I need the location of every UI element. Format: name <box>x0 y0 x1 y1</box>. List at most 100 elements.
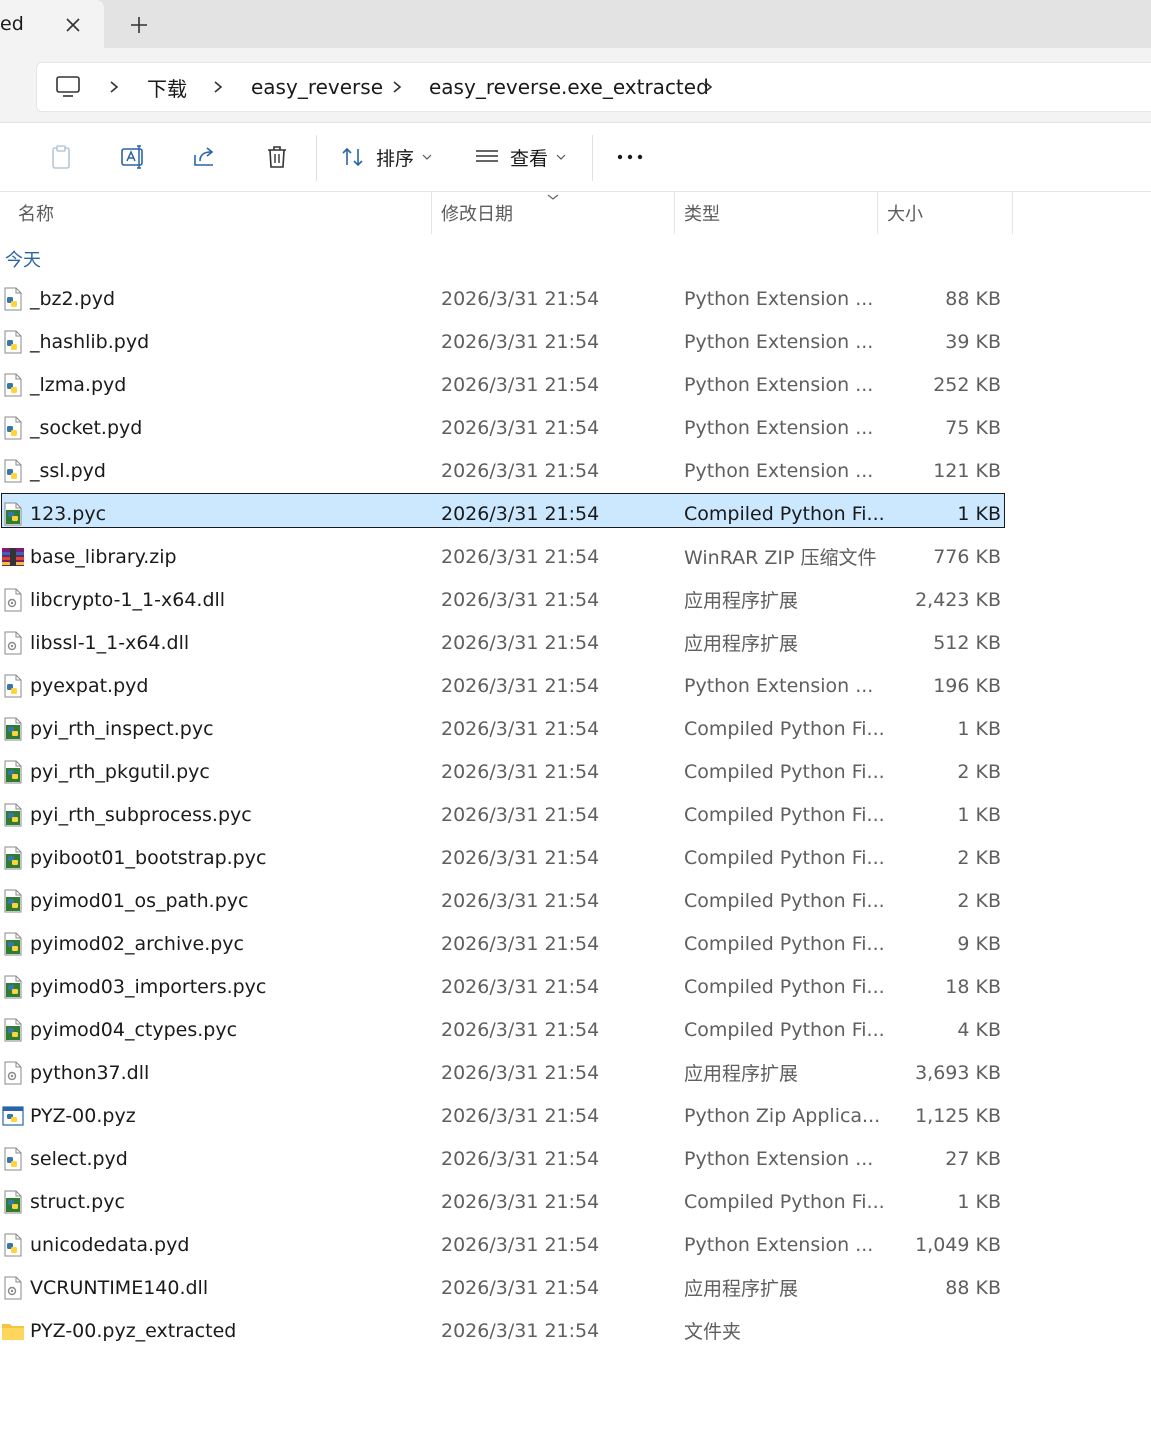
file-size: 1,125 KB <box>915 1104 1001 1127</box>
file-row[interactable]: _socket.pyd 2026/3/31 21:54 Python Extensi… <box>0 406 1151 449</box>
file-row[interactable]: 123.pyc 2026/3/31 21:54 Compiled Python Fi… <box>0 492 1151 535</box>
file-name[interactable]: _lzma.pyd <box>30 363 126 406</box>
file-name[interactable]: PYZ-00.pyz <box>30 1094 136 1137</box>
file-row[interactable]: pyexpat.pyd 2026/3/31 21:54 Python Extensi… <box>0 664 1151 707</box>
file-name[interactable]: pyimod04_ctypes.pyc <box>30 1008 237 1051</box>
file-row[interactable]: VCRUNTIME140.dll 2026/3/31 21:54 应用程序扩展 88 … <box>0 1266 1151 1309</box>
file-name[interactable]: _ssl.pyd <box>30 449 106 492</box>
file-name[interactable]: python37.dll <box>30 1051 149 1094</box>
file-name[interactable]: _hashlib.pyd <box>30 320 149 363</box>
file-name[interactable]: pyimod02_archive.pyc <box>30 922 244 965</box>
close-icon[interactable] <box>62 14 84 36</box>
address-bar[interactable]: 下载 easy_reverse easy_reverse.exe_extract… <box>36 62 1151 112</box>
file-name[interactable]: pyimod03_importers.pyc <box>30 965 266 1008</box>
this-pc-icon[interactable] <box>55 75 81 99</box>
file-date: 2026/3/31 21:54 <box>441 373 600 396</box>
file-name[interactable]: VCRUNTIME140.dll <box>30 1266 208 1309</box>
file-row[interactable]: pyi_rth_pkgutil.pyc 2026/3/31 21:54 Compil… <box>0 750 1151 793</box>
file-size: 1 KB <box>957 803 1001 826</box>
file-row[interactable]: PYZ-00.pyz_extracted 2026/3/31 21:54 文件夹 <box>0 1309 1151 1352</box>
more-options-icon[interactable] <box>616 143 644 171</box>
sort-label: 排序 <box>376 147 415 170</box>
file-row[interactable]: _bz2.pyd 2026/3/31 21:54 Python Extension … <box>0 277 1151 320</box>
python-zip-app-icon <box>2 1106 24 1126</box>
file-name[interactable]: _socket.pyd <box>30 406 142 449</box>
delete-icon[interactable] <box>263 143 291 171</box>
compiled-python-icon <box>4 717 22 741</box>
file-row[interactable]: PYZ-00.pyz 2026/3/31 21:54 Python Zip Appl… <box>0 1094 1151 1137</box>
view-label: 查看 <box>510 147 549 170</box>
file-name[interactable]: pyimod01_os_path.pyc <box>30 879 248 922</box>
file-row[interactable]: python37.dll 2026/3/31 21:54 应用程序扩展 3,693 K… <box>0 1051 1151 1094</box>
file-row[interactable]: _lzma.pyd 2026/3/31 21:54 Python Extension… <box>0 363 1151 406</box>
breadcrumb-downloads[interactable]: 下载 <box>147 63 187 111</box>
rename-icon[interactable] <box>119 143 147 171</box>
column-size[interactable]: 大小 <box>887 192 923 234</box>
file-date: 2026/3/31 21:54 <box>441 1061 600 1084</box>
file-name[interactable]: pyi_rth_subprocess.pyc <box>30 793 252 836</box>
column-name[interactable]: 名称 <box>18 192 54 234</box>
file-date: 2026/3/31 21:54 <box>441 932 600 955</box>
sort-descending-icon <box>547 194 559 200</box>
dll-file-icon <box>4 1061 22 1085</box>
file-type: Compiled Python Fi... <box>684 717 885 740</box>
file-name[interactable]: _bz2.pyd <box>30 277 115 320</box>
column-divider[interactable] <box>1012 192 1013 234</box>
column-divider[interactable] <box>431 192 432 234</box>
share-icon[interactable] <box>191 143 219 171</box>
group-header-today[interactable]: 今天 <box>5 246 41 272</box>
file-name[interactable]: pyiboot01_bootstrap.pyc <box>30 836 266 879</box>
file-name[interactable]: 123.pyc <box>30 492 106 535</box>
file-name[interactable]: pyi_rth_pkgutil.pyc <box>30 750 210 793</box>
file-row[interactable]: pyimod03_importers.pyc 2026/3/31 21:54 Com… <box>0 965 1151 1008</box>
compiled-python-icon <box>4 1190 22 1214</box>
file-name[interactable]: struct.pyc <box>30 1180 125 1223</box>
file-type: Compiled Python Fi... <box>684 846 885 869</box>
file-row[interactable]: base_library.zip 2026/3/31 21:54 WinRAR ZI… <box>0 535 1151 578</box>
chevron-right-icon[interactable] <box>211 79 225 95</box>
file-row[interactable]: pyi_rth_inspect.pyc 2026/3/31 21:54 Compil… <box>0 707 1151 750</box>
paste-icon[interactable] <box>47 143 75 171</box>
file-date: 2026/3/31 21:54 <box>441 1190 600 1213</box>
file-row[interactable]: libssl-1_1-x64.dll 2026/3/31 21:54 应用程序扩展 5… <box>0 621 1151 664</box>
file-size: 1 KB <box>957 717 1001 740</box>
new-tab-plus-icon[interactable] <box>128 14 150 36</box>
breadcrumb-extracted[interactable]: easy_reverse.exe_extracted <box>429 63 709 111</box>
python-extension-icon <box>4 674 22 698</box>
file-row[interactable]: pyimod02_archive.pyc 2026/3/31 21:54 Compi… <box>0 922 1151 965</box>
file-name[interactable]: base_library.zip <box>30 535 177 578</box>
file-date: 2026/3/31 21:54 <box>441 674 600 697</box>
python-extension-icon <box>4 1233 22 1257</box>
file-row[interactable]: pyi_rth_subprocess.pyc 2026/3/31 21:54 Com… <box>0 793 1151 836</box>
file-row[interactable]: unicodedata.pyd 2026/3/31 21:54 Python Ext… <box>0 1223 1151 1266</box>
file-row[interactable]: libcrypto-1_1-x64.dll 2026/3/31 21:54 应用程序… <box>0 578 1151 621</box>
file-name[interactable]: select.pyd <box>30 1137 128 1180</box>
chevron-right-icon[interactable] <box>390 79 404 95</box>
column-type[interactable]: 类型 <box>684 192 720 234</box>
column-date-modified[interactable]: 修改日期 <box>441 192 513 234</box>
tab-current[interactable]: ed <box>0 0 104 48</box>
file-type: Compiled Python Fi... <box>684 803 885 826</box>
file-row[interactable]: select.pyd 2026/3/31 21:54 Python Extensio… <box>0 1137 1151 1180</box>
file-type: 应用程序扩展 <box>684 590 799 612</box>
breadcrumb-easy-reverse[interactable]: easy_reverse <box>251 63 383 111</box>
file-row[interactable]: pyimod01_os_path.pyc 2026/3/31 21:54 Compi… <box>0 879 1151 922</box>
file-row[interactable]: pyimod04_ctypes.pyc 2026/3/31 21:54 Compil… <box>0 1008 1151 1051</box>
file-name[interactable]: libssl-1_1-x64.dll <box>30 621 189 664</box>
column-divider[interactable] <box>877 192 878 234</box>
view-button[interactable]: 查看 <box>474 139 566 175</box>
file-row[interactable]: struct.pyc 2026/3/31 21:54 Compiled Python… <box>0 1180 1151 1223</box>
file-size: 9 KB <box>957 932 1001 955</box>
file-row[interactable]: _ssl.pyd 2026/3/31 21:54 Python Extension … <box>0 449 1151 492</box>
file-name[interactable]: unicodedata.pyd <box>30 1223 189 1266</box>
file-name[interactable]: pyexpat.pyd <box>30 664 148 707</box>
file-name[interactable]: pyi_rth_inspect.pyc <box>30 707 214 750</box>
sort-button[interactable]: 排序 <box>340 139 432 175</box>
chevron-right-icon[interactable] <box>107 79 121 95</box>
column-divider[interactable] <box>674 192 675 234</box>
chevron-right-icon[interactable] <box>701 79 715 95</box>
file-row[interactable]: _hashlib.pyd 2026/3/31 21:54 Python Extens… <box>0 320 1151 363</box>
file-name[interactable]: PYZ-00.pyz_extracted <box>30 1309 236 1352</box>
file-name[interactable]: libcrypto-1_1-x64.dll <box>30 578 225 621</box>
file-row[interactable]: pyiboot01_bootstrap.pyc 2026/3/31 21:54 Co… <box>0 836 1151 879</box>
